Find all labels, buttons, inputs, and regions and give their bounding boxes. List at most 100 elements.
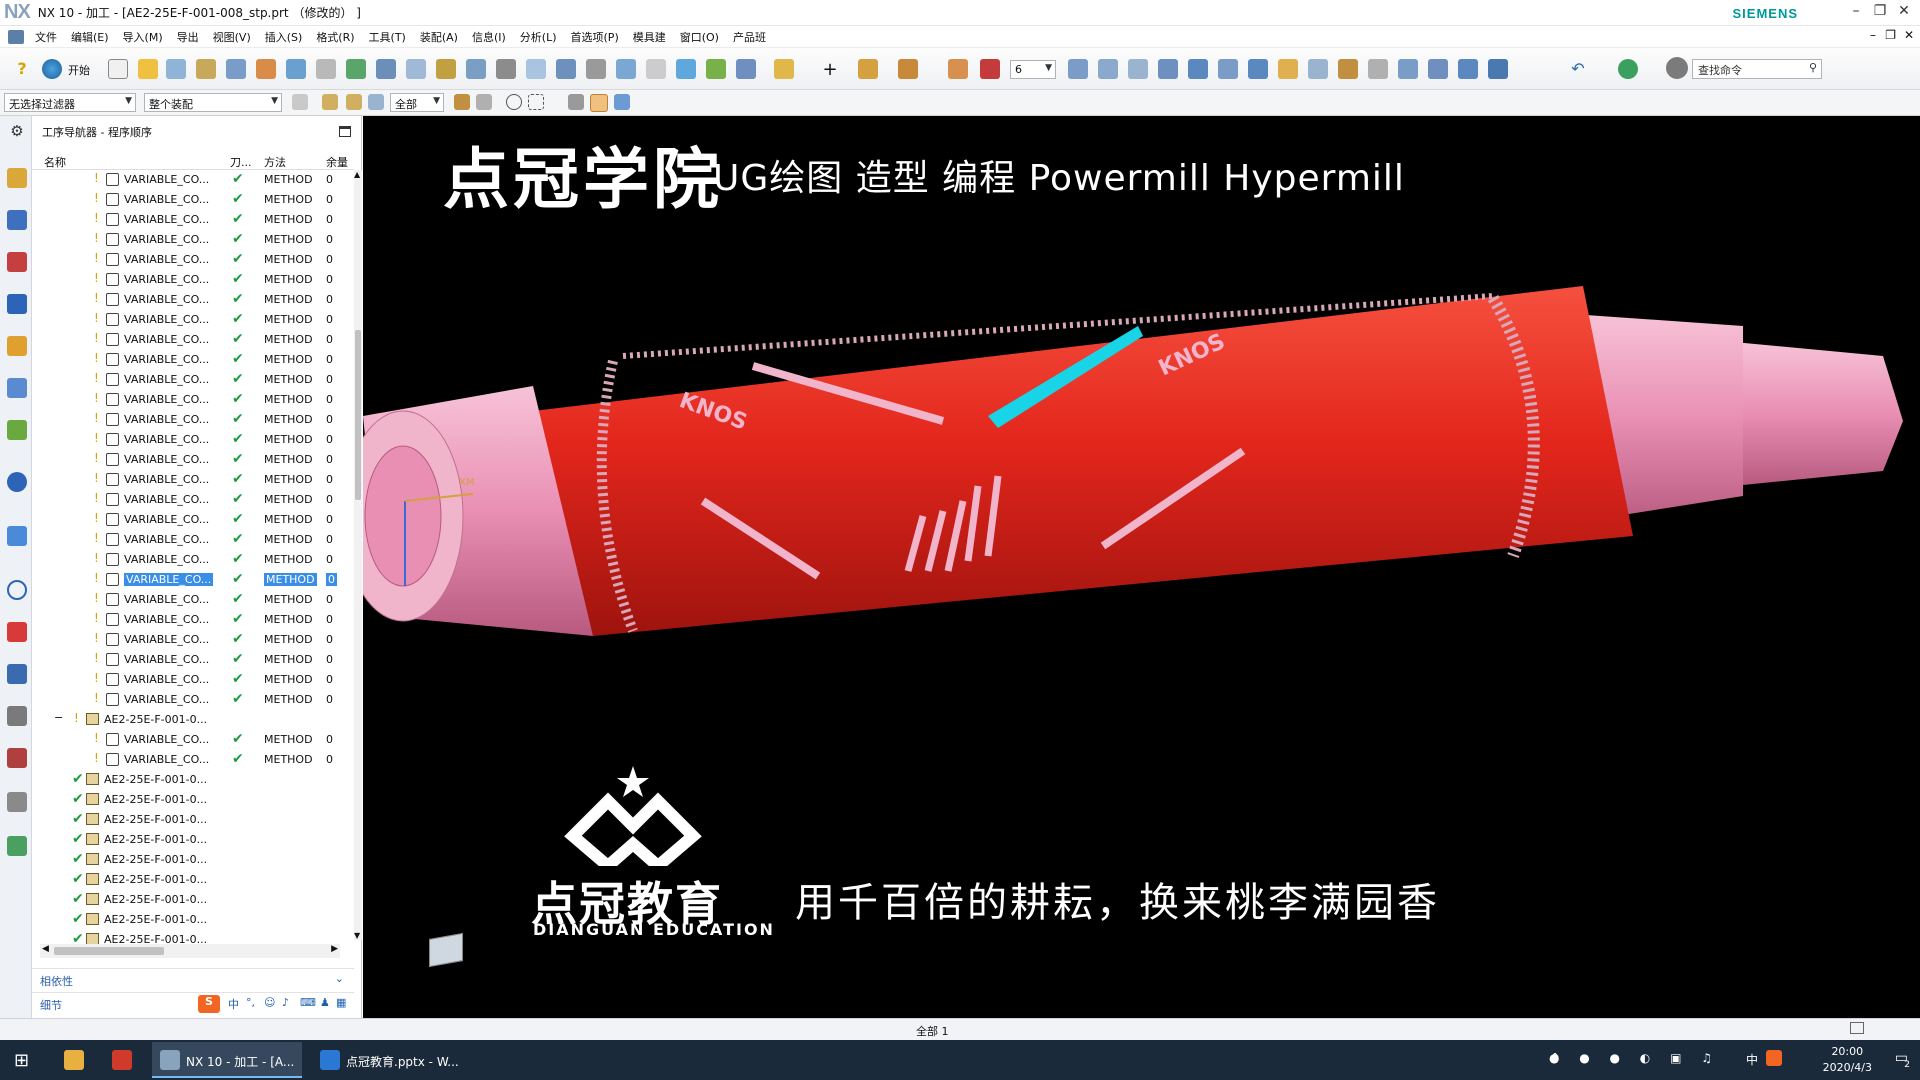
view-icon-1[interactable] [568,94,584,110]
col-stock[interactable]: 余量 [326,154,348,170]
tool-icon-2[interactable] [196,59,216,79]
tool-icon-20[interactable] [736,59,756,79]
layer-select[interactable]: 6 ▼ [1010,60,1056,79]
tool-icon-29[interactable] [1188,59,1208,79]
table-row[interactable]: ! VARIABLE_CO... ✔ METHOD 0 [32,730,354,750]
table-row[interactable]: ! VARIABLE_CO... ✔ METHOD 0 [32,490,354,510]
select-icon[interactable] [774,59,794,79]
undo-icon[interactable]: ↶ [1568,59,1588,79]
chevron-down-icon[interactable]: ⌄ [335,972,344,985]
table-row[interactable]: ! VARIABLE_CO... ✔ METHOD 0 [32,290,354,310]
app-menu-icon[interactable] [8,29,24,44]
tool-icon-4[interactable] [256,59,276,79]
table-row[interactable]: ! VARIABLE_CO... ✔ METHOD 0 [32,270,354,290]
scroll-left-icon[interactable]: ◀ [42,944,49,954]
tool-icon-13[interactable] [526,59,546,79]
menu-preferences[interactable]: 首选项(P) [564,29,626,45]
refresh-icon[interactable] [1618,59,1638,79]
taskbar-clock[interactable]: 20:00 2020/4/3 [1823,1044,1872,1076]
snap-icon-1[interactable] [454,94,470,110]
help-icon[interactable]: ? [12,59,32,79]
graphics-window[interactable]: KNOS KNOS XM 点冠学院 UG绘图 造型 编程 Powermill H… [363,116,1920,1018]
table-row[interactable]: ! VARIABLE_CO... ✔ METHOD 0 [32,530,354,550]
point-icon[interactable]: + [820,59,840,80]
ime-mic-icon[interactable]: ♪ [282,996,289,1009]
ime-user-icon[interactable]: ♟ [320,996,330,1009]
table-row[interactable]: ✔ AE2-25E-F-001-0... [32,830,354,850]
tool-icon-3[interactable] [226,59,246,79]
minimize-icon[interactable]: – [1846,3,1866,19]
table-row[interactable]: ! VARIABLE_CO... ✔ METHOD 0 [32,450,354,470]
ime-emoji-icon[interactable]: ☺ [264,996,275,1009]
menu-analysis[interactable]: 分析(L) [513,29,564,45]
assembly-nav-icon[interactable] [7,168,27,188]
table-row[interactable]: ! VARIABLE_CO... ✔ METHOD 0 [32,690,354,710]
table-row[interactable]: ! VARIABLE_CO... ✔ METHOD 0 [32,390,354,410]
table-row[interactable]: ✔ AE2-25E-F-001-0... [32,870,354,890]
scope-select[interactable]: 全部 ▼ [390,93,444,112]
library-icon[interactable] [7,378,27,398]
type-filter-select[interactable]: 无选择过滤器 ▼ [4,93,136,112]
tool-icon-33[interactable] [1308,59,1328,79]
tool-icon-15[interactable] [586,59,606,79]
tray-sogou-icon[interactable] [1766,1050,1782,1066]
tool-icon-19[interactable] [706,59,726,79]
menu-info[interactable]: 信息(I) [465,29,513,45]
tool-icon-17[interactable] [646,59,666,79]
table-row[interactable]: ! VARIABLE_CO... ✔ METHOD 0 [32,750,354,770]
tool-nav-icon[interactable] [7,706,27,726]
tool-icon-22[interactable] [898,59,918,79]
ime-toolbar[interactable]: 中 [228,996,239,1012]
restore-icon[interactable]: ❐ [1870,3,1890,19]
hscroll-thumb[interactable] [54,947,164,955]
table-row[interactable]: ! VARIABLE_CO... ✔ METHOD 0 [32,330,354,350]
windows-start-icon[interactable]: ⊞ [14,1050,29,1071]
table-row[interactable]: ! VARIABLE_CO... ✔ METHOD 0 [32,170,354,190]
tool-icon-21[interactable] [858,59,878,79]
tool-icon-37[interactable] [1428,59,1448,79]
table-row[interactable]: ✔ AE2-25E-F-001-0... [32,790,354,810]
tool-icon-16[interactable] [616,59,636,79]
menu-view[interactable]: 视图(V) [206,29,258,45]
operation-nav-icon[interactable] [7,294,27,314]
doc-restore-icon[interactable]: ❐ [1885,28,1896,42]
table-row[interactable]: ! VARIABLE_CO... ✔ METHOD 0 [32,590,354,610]
command-search-input[interactable]: 查找命令 ⚲ [1692,59,1822,79]
table-row[interactable]: ! VARIABLE_CO... ✔ METHOD 0 [32,510,354,530]
filter-icon-4[interactable] [368,94,384,110]
tool-icon-36[interactable] [1398,59,1418,79]
view-icon-3[interactable] [614,94,630,110]
reuse-library-icon[interactable] [7,420,27,440]
table-row[interactable]: ! VARIABLE_CO... ✔ METHOD 0 [32,350,354,370]
doc-close-icon[interactable]: ✕ [1904,28,1914,42]
tool-icon-25[interactable] [1068,59,1088,79]
snap-icon-3[interactable] [506,94,522,110]
menu-assembly[interactable]: 装配(A) [413,29,465,45]
menu-edit[interactable]: 编辑(E) [64,29,116,45]
list-icon[interactable] [7,792,27,812]
report-icon[interactable] [7,748,27,768]
tool-icon-1[interactable] [166,59,186,79]
table-row[interactable]: ! VARIABLE_CO... ✔ METHOD 0 [32,430,354,450]
table-row[interactable]: ✔ AE2-25E-F-001-0... [32,810,354,830]
taskbar-item-nx[interactable]: NX 10 - 加工 - [A... [152,1042,302,1078]
table-row[interactable]: ! VARIABLE_CO... ✔ METHOD 0 [32,410,354,430]
machine-nav-icon[interactable] [7,336,27,356]
menu-file[interactable]: 文件 [28,29,64,45]
scroll-down-icon[interactable]: ▼ [354,931,360,940]
save-icon[interactable] [1488,59,1508,79]
status-icon[interactable] [1850,1022,1864,1034]
table-row[interactable]: ! VARIABLE_CO... ✔ METHOD 0 [32,210,354,230]
doc-minimize-icon[interactable]: – [1870,28,1876,42]
tool-icon-12[interactable] [496,59,516,79]
search-icon[interactable]: ⚲ [1809,61,1817,74]
new-file-icon[interactable] [108,59,128,79]
table-row[interactable]: ! VARIABLE_CO... ✔ METHOD 0 [32,650,354,670]
menu-tools[interactable]: 工具(T) [362,29,413,45]
col-tool[interactable]: 刀... [230,154,252,170]
start-icon[interactable] [42,59,62,79]
table-row[interactable]: ✔ AE2-25E-F-001-0... [32,850,354,870]
taskbar-pin-2-icon[interactable] [112,1050,132,1070]
taskbar-item-pptx[interactable]: 点冠教育.pptx - W... [312,1042,472,1078]
table-row[interactable]: ! VARIABLE_CO... ✔ METHOD 0 [32,570,354,590]
